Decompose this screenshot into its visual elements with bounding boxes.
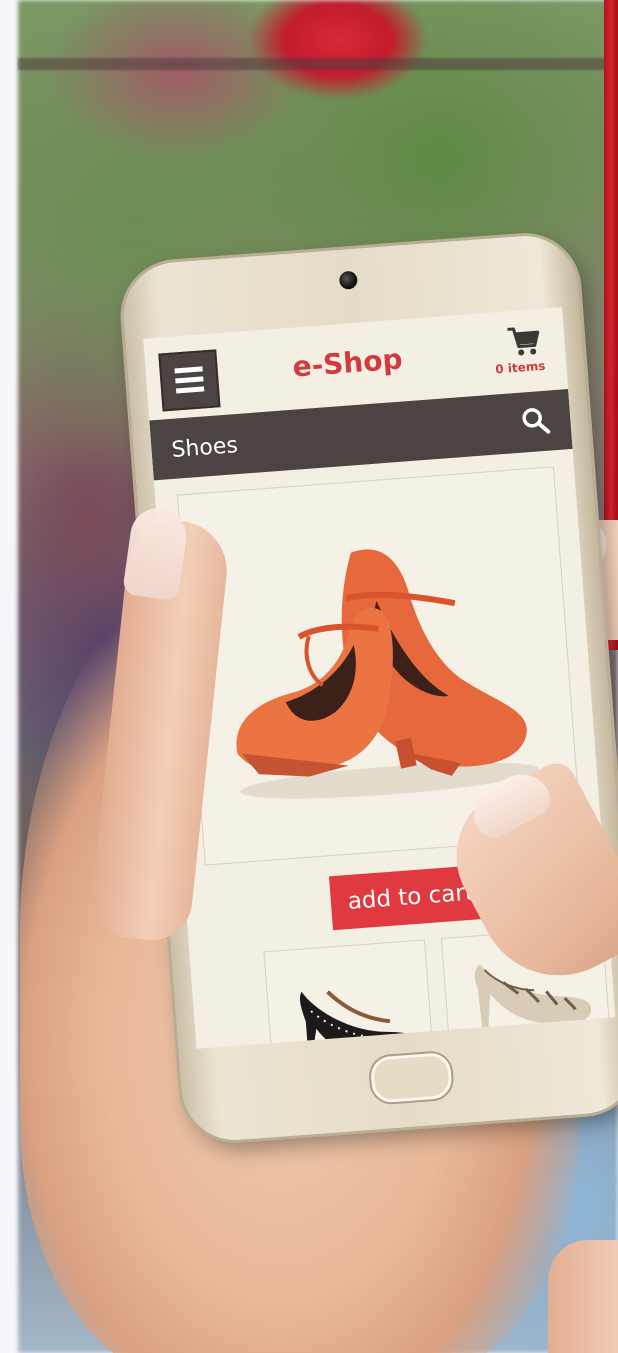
product-thumbnail-black-heels[interactable] [263, 939, 436, 1049]
home-button[interactable] [369, 1051, 453, 1104]
shopping-cart-icon [507, 327, 540, 356]
magnifier-search-icon[interactable] [519, 405, 551, 437]
bunting-string [18, 58, 618, 70]
app-brand: e-Shop [291, 342, 404, 384]
photo-scene: e-Shop 0 items Shoes add to cart [0, 0, 618, 1353]
front-camera [338, 270, 358, 290]
bottom-right-finger [548, 1240, 618, 1353]
search-input[interactable] [168, 408, 475, 470]
cart-count-label: 0 items [494, 358, 546, 377]
black-studded-heel-image [300, 990, 418, 1049]
menu-button[interactable] [158, 349, 221, 412]
cart-button[interactable]: 0 items [481, 318, 557, 385]
